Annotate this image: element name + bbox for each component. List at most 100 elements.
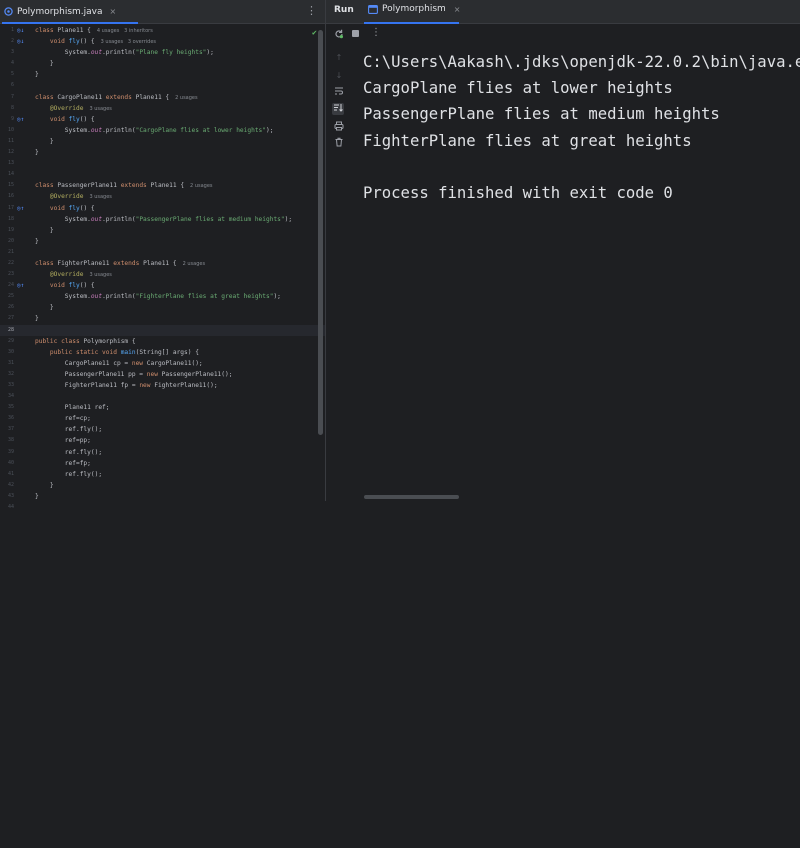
up-arrow-icon[interactable]: ↑ — [333, 52, 345, 64]
code-text: Plane11 ref; — [35, 402, 110, 413]
usage-hint[interactable]: 2 usages — [183, 261, 205, 267]
code-token: CargoPlane11 cp = — [35, 359, 132, 367]
code-line[interactable]: 33 FighterPlane11 fp = new FighterPlane1… — [0, 380, 325, 391]
code-line[interactable]: 34 — [0, 391, 325, 402]
code-line[interactable]: 28 — [0, 324, 325, 336]
code-line[interactable]: 16 @Override 3 usages — [0, 191, 325, 202]
code-line[interactable]: 14 — [0, 169, 325, 180]
code-line[interactable]: 27} — [0, 313, 325, 324]
code-line[interactable]: 41 ref.fly(); — [0, 469, 325, 480]
code-line[interactable]: 24 ◎↑ void fly() { — [0, 280, 325, 291]
usage-hint[interactable]: 3 usages — [89, 106, 111, 112]
editor-tab-bar: Polymorphism.java × ⋮ — [0, 0, 325, 24]
code-token: ); — [206, 49, 214, 57]
code-line[interactable]: 37 ref.fly(); — [0, 424, 325, 435]
code-line[interactable]: 20} — [0, 236, 325, 247]
code-line[interactable]: 17 ◎↑ void fly() { — [0, 203, 325, 214]
rerun-icon[interactable] — [334, 29, 344, 42]
code-token: ref=cp; — [35, 415, 91, 423]
code-text: ref=cp; — [35, 413, 91, 424]
run-tab-polymorphism[interactable]: Polymorphism × — [368, 4, 461, 14]
code-line[interactable]: 31 CargoPlane11 cp = new CargoPlane11(); — [0, 358, 325, 369]
code-line[interactable]: 15 class PassengerPlane11 extends Plane11… — [0, 180, 325, 191]
console-output[interactable]: C:\Users\Aakash\.jdks\openjdk-22.0.2\bin… — [363, 49, 800, 206]
code-text: public static void main(String[] args) { — [35, 347, 199, 358]
line-number: 6 — [10, 82, 14, 89]
override-gutter-icon[interactable]: ◎↑ — [17, 280, 24, 291]
code-line[interactable]: 39 ref.fly(); — [0, 447, 325, 458]
more-options-icon[interactable]: ⋮ — [371, 27, 381, 38]
code-token: (String[] args) { — [135, 348, 199, 356]
code-line[interactable]: 18 System.out.println("PassengerPlane fl… — [0, 214, 325, 225]
code-text: void fly() { — [35, 114, 95, 125]
stop-icon[interactable] — [351, 29, 360, 41]
implemented-gutter-icon[interactable]: ◎↓ — [17, 25, 24, 36]
close-tab-icon[interactable]: × — [110, 7, 117, 16]
code-line[interactable]: 4 } — [0, 58, 325, 69]
code-token: ); — [284, 215, 293, 223]
code-line[interactable]: 1 ◎↓ class Plane11 {4 usages 3 inheritors — [0, 25, 325, 36]
down-arrow-icon[interactable]: ↓ — [333, 70, 345, 82]
scroll-to-end-icon[interactable] — [332, 103, 344, 115]
line-number: 2 — [10, 38, 14, 45]
code-token: new — [131, 359, 147, 367]
implemented-gutter-icon[interactable]: ◎↓ — [17, 36, 24, 47]
code-line[interactable]: 5} — [0, 69, 325, 80]
code-line[interactable]: 25 System.out.println("FighterPlane flie… — [0, 291, 325, 302]
trash-icon[interactable] — [333, 137, 345, 149]
close-run-tab-icon[interactable]: × — [454, 5, 461, 14]
code-line[interactable]: 9 ◎↑ void fly() { — [0, 114, 325, 125]
code-token: FighterPlane11(); — [154, 382, 218, 389]
line-number: 22 — [7, 259, 14, 266]
code-line[interactable]: 43} — [0, 491, 325, 502]
code-token: void — [49, 115, 69, 123]
code-token: Plane11 { — [150, 182, 185, 190]
code-line[interactable]: 35 Plane11 ref; — [0, 402, 325, 413]
code-line[interactable]: 30▷ public static void main(String[] arg… — [0, 346, 800, 848]
code-area[interactable]: 1 ◎↓ class Plane11 {4 usages 3 inheritors 2… — [0, 25, 800, 848]
code-line[interactable]: 38 ref=pp; — [0, 435, 325, 446]
editor-vertical-scrollbar[interactable] — [318, 30, 323, 435]
code-line[interactable]: 11 } — [0, 136, 325, 147]
code-line[interactable]: 32 PassengerPlane11 pp = new PassengerPl… — [0, 369, 325, 380]
code-line[interactable]: 6 — [0, 80, 325, 91]
usage-hint[interactable]: 3 usages 3 overrides — [101, 39, 156, 45]
code-line[interactable]: 19 } — [0, 225, 325, 236]
code-line[interactable]: 29▷public class Polymorphism { — [0, 335, 800, 837]
usage-hint[interactable]: 2 usages — [190, 183, 212, 189]
print-icon[interactable] — [333, 121, 345, 133]
code-line[interactable]: 23 @Override 3 usages — [0, 269, 325, 280]
code-line[interactable]: 22 class FighterPlane11 extends Plane11 {… — [0, 258, 325, 269]
code-line[interactable]: 10 System.out.println("CargoPlane flies … — [0, 125, 325, 136]
usage-hint[interactable]: 3 usages — [89, 194, 111, 200]
console-line: PassengerPlane flies at medium heights — [363, 105, 720, 124]
code-line[interactable]: 2 ◎↓ void fly() {3 usages 3 overrides — [0, 36, 325, 47]
soft-wrap-icon[interactable] — [333, 86, 345, 98]
line-number: 3 — [10, 49, 14, 56]
code-line[interactable]: 21 — [0, 247, 325, 258]
code-token: new — [139, 382, 155, 389]
code-line[interactable]: 26 } — [0, 302, 325, 313]
code-line[interactable]: 40 ref=fp; — [0, 458, 325, 469]
code-token: () { — [79, 115, 95, 123]
usage-hint[interactable]: 3 usages — [89, 272, 111, 278]
usage-hint[interactable]: 4 usages 3 inheritors — [97, 28, 153, 34]
code-line[interactable]: 44 — [0, 502, 325, 513]
editor-more-icon[interactable]: ⋮ — [306, 4, 317, 17]
code-text: public class Polymorphism { — [35, 336, 136, 347]
usage-hint[interactable]: 2 usages — [175, 95, 197, 101]
code-line[interactable]: 3 System.out.println("Plane fly heights"… — [0, 47, 325, 58]
code-line[interactable]: 12} — [0, 147, 325, 158]
code-line[interactable]: 36 ref=cp; — [0, 413, 325, 424]
code-line[interactable]: 13 — [0, 158, 325, 169]
override-gutter-icon[interactable]: ◎↑ — [17, 114, 24, 125]
override-gutter-icon[interactable]: ◎↑ — [17, 203, 24, 214]
code-line[interactable]: 42 } — [0, 480, 325, 491]
code-line[interactable]: 8 @Override 3 usages — [0, 103, 325, 114]
code-line[interactable]: 7 class CargoPlane11 extends Plane11 {2 u… — [0, 92, 325, 103]
console-horizontal-scrollbar[interactable] — [364, 495, 459, 499]
code-token: PassengerPlane11 — [57, 182, 121, 190]
file-tab-polymorphism[interactable]: Polymorphism.java × — [4, 3, 116, 20]
code-token: out — [90, 293, 103, 301]
no-problems-check-icon[interactable]: ✔ — [312, 28, 317, 37]
